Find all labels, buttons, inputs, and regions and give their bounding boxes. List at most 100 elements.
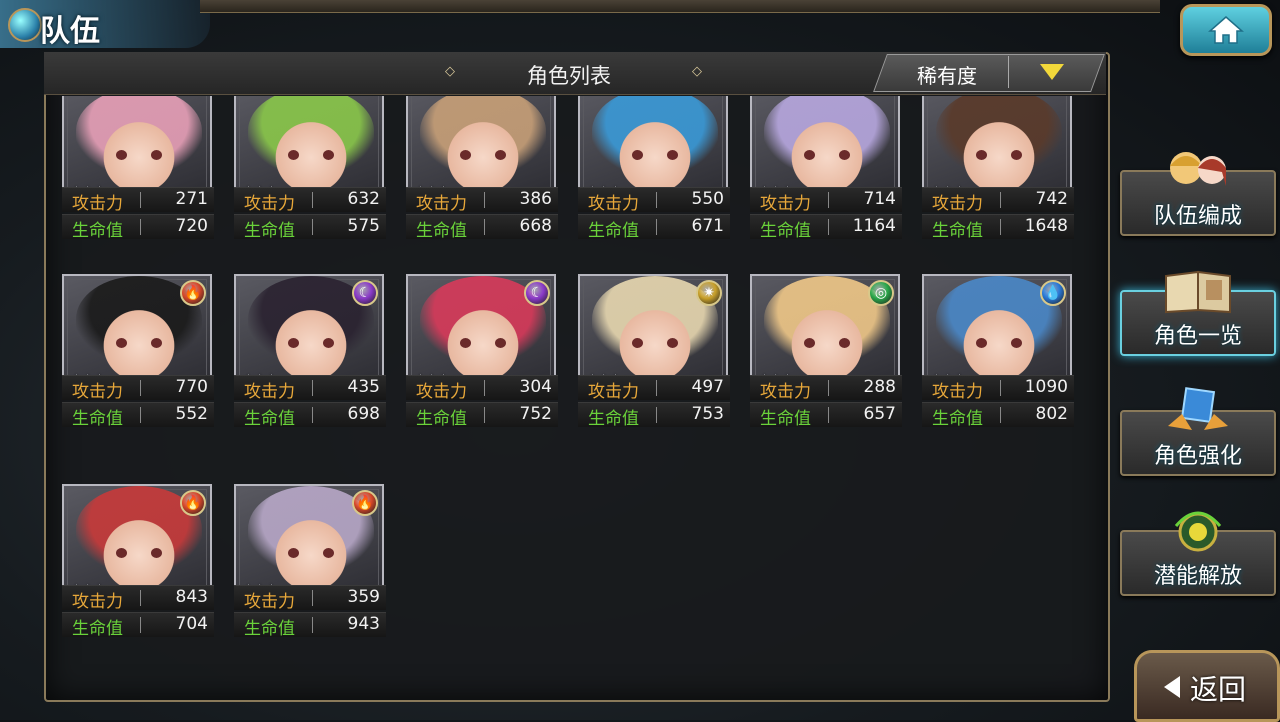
stat-separator bbox=[140, 407, 141, 423]
health-stat-row: 生命值 802 bbox=[922, 402, 1074, 429]
stat-separator bbox=[140, 617, 141, 633]
health-stat-label: 生命值 bbox=[416, 221, 467, 241]
health-stat-label: 生命值 bbox=[932, 409, 983, 429]
home-button[interactable] bbox=[1180, 4, 1272, 56]
health-stat-row: 生命值 753 bbox=[578, 402, 730, 429]
potential-unlock-label: 潜能解放 bbox=[1153, 564, 1242, 589]
stat-separator bbox=[1000, 192, 1001, 208]
character-list-button[interactable]: 角色一览 bbox=[1120, 270, 1276, 356]
attack-stat-value: 271 bbox=[175, 189, 208, 209]
attack-stat-value: 742 bbox=[1035, 189, 1068, 209]
attack-stat-value: 288 bbox=[863, 377, 896, 397]
stat-separator bbox=[656, 380, 657, 396]
attack-stat-value: 386 bbox=[519, 189, 552, 209]
health-stat-label: 生命值 bbox=[244, 619, 295, 639]
health-stat-label: 生命值 bbox=[760, 409, 811, 429]
health-stat-value: 943 bbox=[347, 614, 380, 634]
stat-separator bbox=[312, 590, 313, 606]
stat-separator bbox=[484, 192, 485, 208]
health-stat-value: 1164 bbox=[852, 216, 896, 236]
fire-element-icon: 🔥 bbox=[352, 490, 378, 516]
attack-stat-label: 攻击力 bbox=[244, 592, 295, 612]
chevron-down-icon[interactable] bbox=[1040, 64, 1064, 80]
attack-stat-value: 632 bbox=[347, 189, 380, 209]
attack-stat-row: 攻击力 386 bbox=[406, 187, 558, 214]
book-icon bbox=[1162, 266, 1234, 314]
attack-stat-label: 攻击力 bbox=[932, 382, 983, 402]
attack-stat-label: 攻击力 bbox=[588, 194, 639, 214]
portrait-eyes bbox=[288, 548, 334, 558]
portrait-eyes bbox=[288, 338, 334, 348]
light-element-icon: ✷ bbox=[696, 280, 722, 306]
portrait-eyes bbox=[976, 338, 1022, 348]
stat-separator bbox=[140, 192, 141, 208]
diamond-ornament-icon: ◇ bbox=[692, 64, 702, 79]
attack-stat-value: 304 bbox=[519, 377, 552, 397]
health-stat-label: 生命值 bbox=[416, 409, 467, 429]
health-stat-value: 753 bbox=[691, 404, 724, 424]
health-stat-row: 生命值 671 bbox=[578, 214, 730, 241]
health-stat-value: 1648 bbox=[1024, 216, 1068, 236]
diamond-ornament-icon: ◇ bbox=[445, 64, 455, 79]
dark-element-icon: ☾ bbox=[524, 280, 550, 306]
health-stat-row: 生命值 698 bbox=[234, 402, 386, 429]
attack-stat-row: 攻击力 632 bbox=[234, 187, 386, 214]
stat-separator bbox=[312, 219, 313, 235]
health-stat-value: 671 bbox=[691, 216, 724, 236]
sort-dropdown-label: 稀有度 bbox=[917, 64, 977, 88]
health-stat-value: 575 bbox=[347, 216, 380, 236]
home-icon bbox=[1208, 16, 1244, 44]
attack-stat-label: 攻击力 bbox=[244, 194, 295, 214]
stat-separator bbox=[828, 407, 829, 423]
team-formation-button[interactable]: 队伍编成 bbox=[1120, 152, 1276, 236]
attack-stat-row: 攻击力 742 bbox=[922, 187, 1074, 214]
stat-separator bbox=[312, 380, 313, 396]
stat-separator bbox=[828, 380, 829, 396]
health-stat-row: 生命值 575 bbox=[234, 214, 386, 241]
attack-stat-row: 攻击力 497 bbox=[578, 375, 730, 402]
stat-separator bbox=[312, 407, 313, 423]
stat-separator bbox=[140, 219, 141, 235]
stat-separator bbox=[656, 192, 657, 208]
attack-stat-row: 攻击力 770 bbox=[62, 375, 214, 402]
health-stat-value: 657 bbox=[863, 404, 896, 424]
attack-stat-row: 攻击力 843 bbox=[62, 585, 214, 612]
attack-stat-label: 攻击力 bbox=[416, 382, 467, 402]
health-stat-row: 生命值 720 bbox=[62, 214, 214, 241]
portrait-eyes bbox=[632, 338, 678, 348]
stat-separator bbox=[140, 380, 141, 396]
attack-stat-label: 攻击力 bbox=[760, 382, 811, 402]
top-frame bbox=[200, 0, 1160, 13]
screen-title: 队伍 bbox=[40, 14, 100, 49]
health-stat-label: 生命值 bbox=[588, 221, 639, 241]
character-enhance-label: 角色强化 bbox=[1153, 444, 1242, 469]
dark-element-icon: ☾ bbox=[352, 280, 378, 306]
attack-stat-value: 843 bbox=[175, 587, 208, 607]
potential-unlock-button[interactable]: 潜能解放 bbox=[1120, 511, 1276, 596]
health-stat-label: 生命值 bbox=[760, 221, 811, 241]
team-formation-label: 队伍编成 bbox=[1153, 204, 1242, 229]
health-stat-value: 752 bbox=[519, 404, 552, 424]
health-stat-value: 552 bbox=[175, 404, 208, 424]
wind-element-icon: ◎ bbox=[868, 280, 894, 306]
portrait-eyes bbox=[460, 150, 506, 160]
potential-orb-icon bbox=[1162, 506, 1234, 554]
attack-stat-label: 攻击力 bbox=[416, 194, 467, 214]
water-element-icon: 💧 bbox=[1040, 280, 1066, 306]
attack-stat-value: 770 bbox=[175, 377, 208, 397]
panel-title: 角色列表 bbox=[527, 64, 611, 88]
character-enhance-button[interactable]: 角色强化 bbox=[1120, 387, 1276, 476]
stat-separator bbox=[140, 590, 141, 606]
sort-dropdown[interactable] bbox=[873, 54, 1105, 92]
attack-stat-label: 攻击力 bbox=[932, 194, 983, 214]
health-stat-label: 生命值 bbox=[588, 409, 639, 429]
attack-stat-row: 攻击力 714 bbox=[750, 187, 902, 214]
stat-separator bbox=[1000, 380, 1001, 396]
stat-separator bbox=[656, 407, 657, 423]
stat-separator bbox=[484, 219, 485, 235]
attack-stat-label: 攻击力 bbox=[72, 194, 123, 214]
attack-stat-label: 攻击力 bbox=[72, 382, 123, 402]
health-stat-row: 生命值 752 bbox=[406, 402, 558, 429]
portrait-eyes bbox=[116, 548, 162, 558]
health-stat-label: 生命值 bbox=[72, 619, 123, 639]
